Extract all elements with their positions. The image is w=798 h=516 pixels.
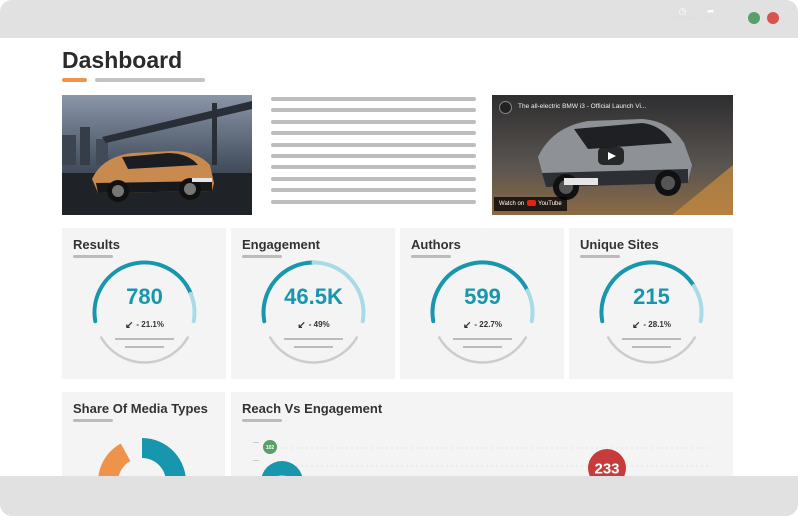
video-title[interactable]: The all-electric BMW i3 - Official Launc… <box>518 103 646 110</box>
text-placeholder-line <box>271 108 476 113</box>
youtube-logo-icon <box>527 200 537 206</box>
media-types-donut-chart <box>98 438 186 482</box>
maximize-window-button[interactable] <box>748 12 760 24</box>
clock-icon: ◷ <box>678 6 687 16</box>
metric-card: Authors 599 ↙ - 22.7% <box>400 228 564 379</box>
play-button[interactable] <box>598 147 624 165</box>
platform-name: YouTube <box>538 201 562 207</box>
media-types-title: Share Of Media Types <box>73 401 208 416</box>
metric-card: Unique Sites 215 ↙ - 28.1% <box>569 228 733 379</box>
share-arrow-icon: ➦ <box>706 6 715 16</box>
text-placeholder-line <box>271 199 476 204</box>
window-bottom-bar <box>0 476 798 516</box>
close-window-button[interactable] <box>767 12 779 24</box>
metric-title-underline <box>242 255 282 258</box>
scatter-point-label: 102 <box>266 445 275 451</box>
metric-title: Unique Sites <box>580 237 659 252</box>
gauge-filled-arc <box>92 260 193 324</box>
gauge-remaining-arc <box>691 284 704 324</box>
share-label: Share <box>704 16 718 22</box>
scatter-point-label: 233 <box>594 460 619 476</box>
media-types-card: Share Of Media Types <box>62 392 225 482</box>
reach-engagement-scatter-chart: 102 233 <box>261 440 711 476</box>
metric-title-underline <box>73 255 113 258</box>
text-placeholder-line <box>271 188 476 193</box>
title-underline <box>95 78 205 82</box>
metric-gauge <box>92 260 197 364</box>
metric-title-underline <box>580 255 620 258</box>
text-placeholder-line <box>271 97 476 101</box>
page-title: Dashboard <box>62 47 183 73</box>
metric-card: Engagement 46.5K ↙ - 49% <box>231 228 395 379</box>
gauge-bottom-arc <box>437 336 528 364</box>
gauge-filled-arc <box>261 260 316 324</box>
share-button[interactable]: ➦ Share <box>704 6 717 22</box>
video-player[interactable]: The all-electric BMW i3 - Official Launc… <box>492 95 733 215</box>
text-placeholder-line <box>271 142 476 147</box>
car-photo <box>62 95 252 215</box>
watch-on-label: Watch on <box>499 201 525 207</box>
media-types-underline <box>73 419 113 422</box>
gauge-bottom-arc <box>268 336 359 364</box>
gauge-remaining-arc <box>311 260 366 324</box>
metric-gauge <box>599 260 704 364</box>
text-placeholder-line <box>271 119 476 124</box>
metric-gauge <box>430 260 535 364</box>
text-placeholder-line <box>271 131 476 136</box>
metric-card: Results 780 ↙ - 21.1% <box>62 228 226 379</box>
gauge-bottom-arc <box>99 336 190 364</box>
reach-engagement-card: Reach Vs Engagement 102 233 <box>231 392 733 476</box>
text-placeholder-line <box>271 176 476 181</box>
gauge-filled-arc <box>430 260 530 324</box>
gauge-remaining-arc <box>525 288 535 324</box>
text-placeholder-line <box>271 153 476 158</box>
gauge-bottom-arc <box>606 336 697 364</box>
gauge-remaining-arc <box>188 291 197 324</box>
metric-title: Authors <box>411 237 461 252</box>
watch-on-youtube-link[interactable]: Watch on YouTube <box>494 197 567 211</box>
scatter-bubble <box>261 461 303 476</box>
channel-logo-icon[interactable] <box>499 101 512 114</box>
title-accent-bar <box>62 78 87 82</box>
metric-title: Results <box>73 237 120 252</box>
gauge-filled-arc <box>599 260 696 324</box>
metric-gauge <box>261 260 366 364</box>
metric-title: Engagement <box>242 237 321 252</box>
watch-later-button[interactable]: ◷ Watch later <box>670 6 695 22</box>
text-placeholder-line <box>271 165 476 170</box>
watch-later-label: Watch later <box>670 16 696 22</box>
text-placeholder-block <box>271 97 476 211</box>
metric-title-underline <box>411 255 451 258</box>
